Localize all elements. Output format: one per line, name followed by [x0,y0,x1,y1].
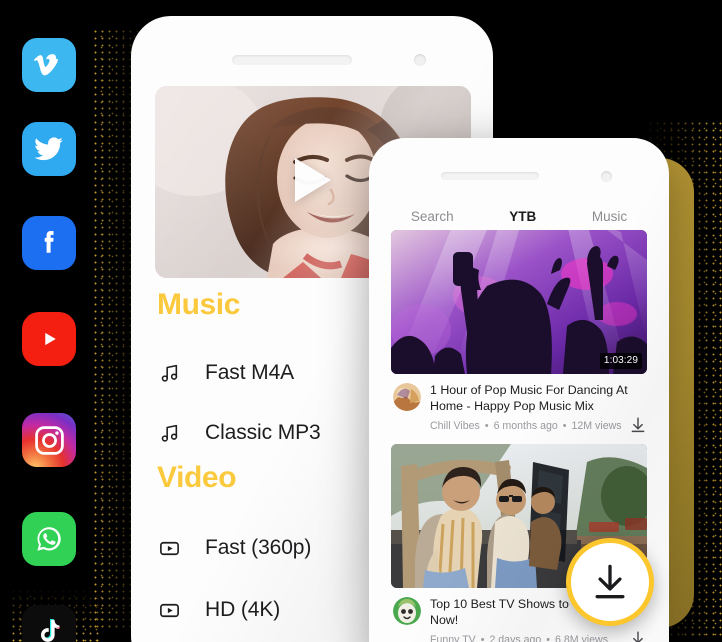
option-row-classic-mp3[interactable]: Classic MP3 [157,421,321,445]
avatar-image [393,597,421,625]
meta-separator: • [480,634,485,642]
music-note-icon [157,421,181,445]
duration-badge: 1:03:29 [599,353,642,369]
app-mockup-stage: Music Fast M4A Classic MP3 Video Fast (3… [0,0,722,642]
tab-music[interactable]: Music [590,205,629,228]
option-row-fast-360p[interactable]: Fast (360p) [157,536,311,560]
social-icon-facebook[interactable] [22,216,76,270]
video-play-icon [157,536,181,560]
option-label: Classic MP3 [205,421,321,444]
view-count: 6.8M views [555,634,608,642]
earpiece-speaker [441,172,539,180]
channel-name: Chill Vibes [430,420,480,432]
twitter-icon [34,137,63,161]
section-title-video: Video [157,461,237,494]
social-icon-tiktok[interactable] [22,605,76,642]
social-icon-instagram[interactable] [22,413,76,467]
meta-separator: • [546,634,551,642]
upload-time: 6 months ago [493,420,558,432]
meta-separator: • [484,420,489,432]
option-label: HD (4K) [205,598,281,621]
youtube-icon [45,332,56,346]
channel-name: Funny TV [430,634,476,642]
vimeo-icon [34,54,58,76]
option-row-fast-m4a[interactable]: Fast M4A [157,361,294,385]
tab-search[interactable]: Search [409,205,456,228]
social-icon-vimeo[interactable] [22,38,76,92]
download-icon [595,564,625,599]
video-title: 1 Hour of Pop Music For Dancing At Home … [430,383,628,413]
option-label: Fast (360p) [205,536,312,559]
earpiece-speaker [232,55,352,65]
download-icon[interactable] [629,416,647,434]
option-row-hd-4k[interactable]: HD (4K) [157,598,280,622]
facebook-icon [44,231,54,253]
video-card[interactable]: 1:03:29 1 Hour of Pop Music For Dancing … [391,230,647,434]
download-fab-button[interactable] [566,538,654,626]
video-meta: Funny TV • 2 days ago • 6.8M views [430,634,647,642]
instagram-icon [34,425,64,455]
social-icon-youtube[interactable] [22,312,76,366]
front-camera [414,54,426,66]
play-icon[interactable] [295,158,331,202]
section-title-music: Music [157,288,241,321]
social-icon-twitter[interactable] [22,122,76,176]
video-meta: Chill Vibes • 6 months ago • 12M views [430,420,647,432]
channel-avatar[interactable] [393,383,421,411]
download-icon[interactable] [629,630,647,642]
meta-separator: • [562,420,567,432]
front-camera [601,171,612,182]
music-note-icon [157,361,181,385]
tiktok-icon [41,619,60,642]
whatsapp-icon [37,527,61,551]
tab-ytb[interactable]: YTB [505,205,541,237]
social-icon-rail [0,0,100,642]
video-play-icon [157,598,181,622]
video-thumbnail[interactable]: 1:03:29 [391,230,647,374]
view-count: 12M views [571,420,622,432]
upload-time: 2 days ago [489,634,542,642]
option-label: Fast M4A [205,361,295,384]
avatar-image [393,383,421,411]
social-icon-whatsapp[interactable] [22,512,76,566]
channel-avatar[interactable] [393,597,421,625]
